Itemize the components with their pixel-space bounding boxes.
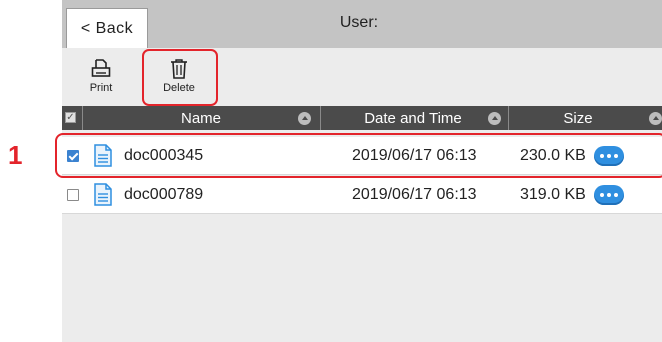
column-name-label: Name: [180, 109, 221, 127]
delete-highlight-frame: [142, 49, 218, 106]
file-date: 2019/06/17 06:13: [352, 186, 477, 203]
user-label: User:: [339, 14, 379, 31]
top-bar: User: < Back: [62, 0, 662, 48]
print-label: Print: [89, 82, 113, 94]
table-row[interactable]: doc000789 2019/06/17 06:13 319.0 KB: [62, 176, 662, 214]
more-options-icon[interactable]: [594, 185, 624, 205]
sort-icon[interactable]: [298, 112, 311, 125]
sort-icon[interactable]: [488, 112, 501, 125]
row-checkbox[interactable]: [67, 189, 79, 201]
column-size[interactable]: Size: [508, 106, 648, 130]
row-highlight-frame: [55, 133, 662, 178]
column-date[interactable]: Date and Time: [320, 106, 506, 130]
back-button[interactable]: < Back: [66, 8, 148, 48]
document-icon: [94, 183, 112, 211]
callout-number-1: 1: [8, 140, 23, 170]
column-name[interactable]: Name: [82, 106, 320, 130]
file-name: doc000789: [124, 186, 204, 203]
file-size: 319.0 KB: [520, 186, 586, 203]
printer-icon: [91, 50, 111, 80]
sort-icon[interactable]: [649, 112, 662, 125]
column-size-label: Size: [563, 109, 593, 127]
print-button[interactable]: Print: [68, 50, 134, 104]
column-date-label: Date and Time: [364, 109, 462, 127]
empty-list-area: [62, 214, 662, 342]
table-header: ✓ Name Date and Time Size: [62, 106, 662, 130]
select-all-checkbox[interactable]: ✓: [65, 112, 76, 123]
